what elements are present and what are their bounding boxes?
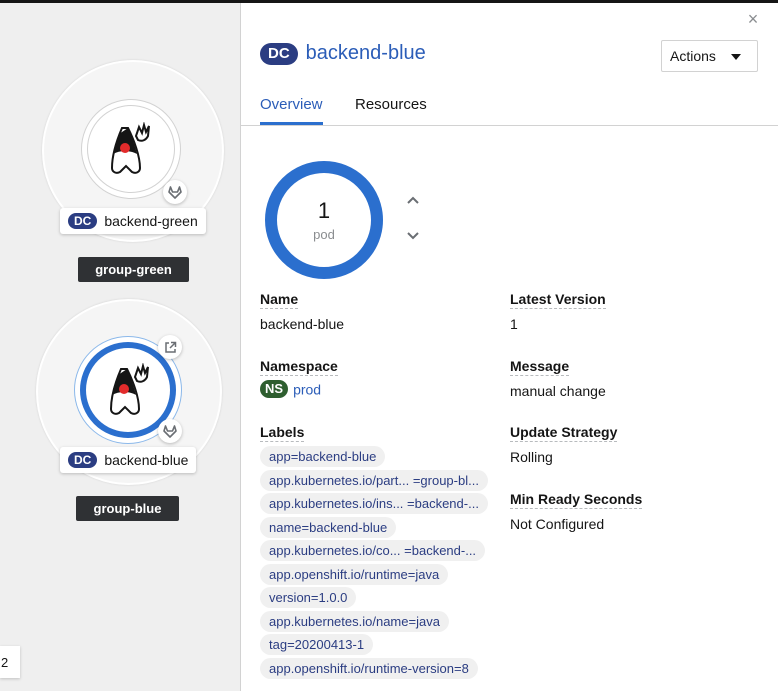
label-chip[interactable]: app.kubernetes.io/part... =group-bl... <box>260 469 488 491</box>
min-ready-label: Min Ready Seconds <box>510 491 643 509</box>
name-value: backend-blue <box>260 316 345 332</box>
labels-label: Labels <box>260 424 305 442</box>
label-chip[interactable]: app.kubernetes.io/name=java <box>260 610 449 632</box>
name-label: Name <box>260 291 299 309</box>
tab-bar: Overview Resources <box>241 96 778 126</box>
label-chip[interactable]: app.openshift.io/runtime-version=8 <box>260 657 478 679</box>
namespace-label: Namespace <box>260 358 338 376</box>
pod-unit: pod <box>313 226 335 242</box>
latest-version-value: 1 <box>510 316 518 332</box>
resource-title[interactable]: backend-blue <box>306 42 426 65</box>
close-icon[interactable]: × <box>745 10 761 28</box>
min-ready-value: Not Configured <box>510 516 605 532</box>
java-duke-icon <box>110 122 150 174</box>
message-label: Message <box>510 358 570 376</box>
group-label-blue[interactable]: group-blue <box>76 496 179 521</box>
node-name: backend-blue <box>104 452 189 468</box>
tab-resources[interactable]: Resources <box>355 96 427 124</box>
tab-overview[interactable]: Overview <box>260 96 323 125</box>
scale-up-icon[interactable] <box>405 192 421 208</box>
actions-dropdown[interactable]: Actions <box>661 40 758 72</box>
pod-ring: 1 pod <box>265 161 383 279</box>
dc-badge: DC <box>260 42 298 65</box>
label-chip[interactable]: app.kubernetes.io/co... =backend-... <box>260 540 486 561</box>
node-name: backend-green <box>104 213 198 229</box>
group-label-green[interactable]: group-green <box>78 257 189 282</box>
node-label-backend-green[interactable]: DC backend-green <box>60 208 206 234</box>
label-chip[interactable]: version=1.0.0 <box>260 587 357 608</box>
open-url-icon[interactable] <box>158 335 182 359</box>
update-strategy-label: Update Strategy <box>510 424 618 442</box>
label-chip[interactable]: app.openshift.io/runtime=java <box>260 563 449 585</box>
dc-badge: DC <box>68 452 98 468</box>
side-panel: × DC backend-blue Actions Overview Resou… <box>240 3 778 691</box>
topology-canvas[interactable]: DC backend-green group-green DC backend-… <box>0 3 240 691</box>
gitlab-icon[interactable] <box>158 419 182 443</box>
message-value: manual change <box>510 383 606 399</box>
label-chip[interactable]: app=backend-blue <box>260 446 386 467</box>
gitlab-icon[interactable] <box>163 180 187 204</box>
java-duke-icon <box>109 363 149 415</box>
label-chip[interactable]: app.kubernetes.io/ins... =backend-... <box>260 493 488 514</box>
dc-badge: DC <box>68 213 98 229</box>
zoom-indicator[interactable]: 2 <box>0 646 20 678</box>
actions-label: Actions <box>670 48 716 64</box>
latest-version-label: Latest Version <box>510 291 606 309</box>
labels-list: app=backend-blue app.kubernetes.io/part.… <box>260 446 505 681</box>
scale-down-icon[interactable] <box>405 228 421 244</box>
pod-count: 1 <box>317 197 331 223</box>
label-chip[interactable]: tag=20200413-1 <box>260 634 374 655</box>
update-strategy-value: Rolling <box>510 449 553 465</box>
caret-down-icon <box>731 54 741 60</box>
label-chip[interactable]: name=backend-blue <box>260 516 397 538</box>
ns-badge: NS <box>260 380 289 399</box>
namespace-value: NS prod <box>260 380 321 399</box>
namespace-link[interactable]: prod <box>293 381 321 397</box>
panel-header: DC backend-blue <box>260 42 426 65</box>
node-label-backend-blue[interactable]: DC backend-blue <box>60 447 197 473</box>
